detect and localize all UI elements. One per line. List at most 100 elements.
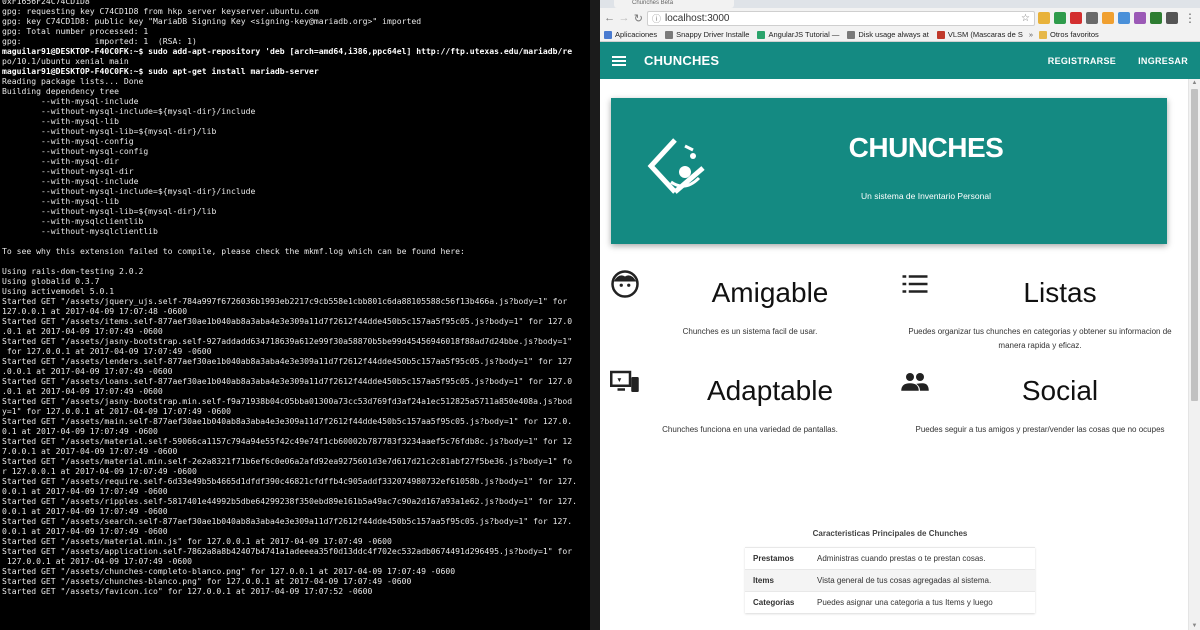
bookmark-label: VLSM (Mascaras de S <box>947 30 1023 39</box>
hero-card: CHUNCHES Un sistema de Inventario Person… <box>611 98 1167 244</box>
terminal-line: Building dependency tree <box>2 86 119 96</box>
terminal-line: for 127.0.0.1 at 2017-04-09 17:07:49 -06… <box>2 346 212 356</box>
terminal-line: Started GET "/assets/chunches-completo-b… <box>2 566 456 576</box>
feature-description: Chunches funciona en una variedad de pan… <box>662 425 838 434</box>
terminal-line: Started GET "/assets/search.self-877aef3… <box>2 516 573 526</box>
terminal-line: gpg: requesting key C74CD1D8 from hkp se… <box>2 6 319 16</box>
terminal-line: maguilar91@DESKTOP-F40C0FK:~$ sudo apt-g… <box>2 66 319 76</box>
extension-icon[interactable] <box>1053 12 1066 24</box>
bookmark-label: Disk usage always at <box>858 30 929 39</box>
extension-icon[interactable] <box>1117 12 1130 24</box>
bookmarks-more-button[interactable]: » <box>1029 30 1033 39</box>
terminal-line: --without-mysqlclientlib <box>2 226 158 236</box>
address-url[interactable]: localhost:3000 <box>665 13 1017 24</box>
app-brand[interactable]: CHUNCHES <box>644 53 719 68</box>
feature-description: Chunches es un sistema facil de usar. <box>682 327 818 336</box>
terminal-window[interactable]: 0xF1656F24C74CD1D8 gpg: requesting key C7… <box>0 0 590 630</box>
extension-icon[interactable] <box>1037 12 1050 24</box>
other-bookmarks-folder[interactable]: Otros favoritos <box>1039 30 1099 39</box>
terminal-line: Started GET "/assets/material.min.self-2… <box>2 456 573 466</box>
terminal-line: 0.0.1 at 2017-04-09 17:07:49 -0600 <box>2 526 168 536</box>
reload-icon[interactable]: ↻ <box>633 11 644 25</box>
table-cell-value: Vista general de tus cosas agregadas al … <box>809 569 1035 592</box>
tab-strip: Chunches Beta <box>600 0 1200 8</box>
terminal-line: Reading package lists... Done <box>2 76 144 86</box>
terminal-line: 0.0.1 at 2017-04-09 17:07:49 -0600 <box>2 486 168 496</box>
terminal-line: Started GET "/assets/favicon.ico" for 12… <box>2 586 373 596</box>
face-icon <box>611 270 639 298</box>
terminal-line: Started GET "/assets/items.self-877aef30… <box>2 316 573 326</box>
chunches-logo-icon <box>647 138 705 194</box>
scroll-up-icon[interactable]: ▲ <box>1189 80 1200 86</box>
extension-icon[interactable] <box>1085 12 1098 24</box>
terminal-line: Started GET "/assets/jasny-bootstrap.min… <box>2 396 573 406</box>
register-link[interactable]: REGISTRARSE <box>1048 56 1116 66</box>
bookmark-star-icon[interactable]: ☆ <box>1021 13 1030 24</box>
terminal-line: Started GET "/assets/require.self-6d33e4… <box>2 476 577 486</box>
features-table: Prestamos Administras cuando prestas o te… <box>745 547 1035 613</box>
extension-icon[interactable] <box>1069 12 1082 24</box>
people-icon <box>901 373 929 391</box>
bookmark-item[interactable]: Aplicaciones <box>604 30 657 39</box>
page-content[interactable]: CHUNCHES Un sistema de Inventario Person… <box>600 79 1200 630</box>
bookmark-item[interactable]: Disk usage always at <box>847 30 929 39</box>
browser-menu-icon[interactable]: ⋮ <box>1184 11 1196 25</box>
bookmark-label: AngularJS Tutorial — <box>768 30 840 39</box>
bookmark-item[interactable]: AngularJS Tutorial — <box>757 30 839 39</box>
terminal-line: 127.0.0.1 at 2017-04-09 17:07:48 -0600 <box>2 306 188 316</box>
login-link[interactable]: INGRESAR <box>1138 56 1188 66</box>
terminal-line: Started GET "/assets/chunches-blanco.png… <box>2 576 412 586</box>
bookmark-item[interactable]: Snappy Driver Installe <box>665 30 749 39</box>
extension-icons: ⋮ <box>1037 11 1196 25</box>
app-navbar: CHUNCHES REGISTRARSE INGRESAR <box>600 42 1200 79</box>
terminal-line: .0.1 at 2017-04-09 17:07:49 -0600 <box>2 386 163 396</box>
terminal-line: --with-mysql-lib <box>2 116 119 126</box>
terminal-line: --with-mysqlclientlib <box>2 216 144 226</box>
scrollbar-thumb[interactable] <box>1191 89 1198 401</box>
scroll-down-icon[interactable]: ▼ <box>1189 623 1200 629</box>
terminal-line: y=1" for 127.0.0.1 at 2017-04-09 17:07:4… <box>2 406 232 416</box>
extension-icon[interactable] <box>1165 12 1178 24</box>
terminal-line: --with-mysql-include <box>2 96 139 106</box>
terminal-line: r 127.0.0.1 at 2017-04-09 17:07:49 -0600 <box>2 466 197 476</box>
table-cell-value: Puedes asignar una categoria a tus Items… <box>809 591 1035 613</box>
feature-title: Social <box>1021 375 1099 406</box>
bookmark-label: Snappy Driver Installe <box>676 30 750 39</box>
terminal-line: --with-mysql-include <box>2 176 139 186</box>
table-cell-key: Prestamos <box>745 547 809 570</box>
bookmark-favicon-icon <box>604 30 612 39</box>
terminal-line: Started GET "/assets/ripples.self-581740… <box>2 496 577 506</box>
bookmarks-bar: Aplicaciones Snappy Driver Installe Angula… <box>600 28 1200 42</box>
terminal-line: Started GET "/assets/application.self-78… <box>2 546 573 556</box>
menu-icon[interactable] <box>612 55 626 66</box>
feature-title: Listas <box>1023 277 1097 308</box>
feature-description: Puedes organizar tus chunches en categor… <box>908 327 1172 350</box>
bookmark-favicon-icon <box>936 30 945 39</box>
bookmark-favicon-icon <box>757 30 766 39</box>
forward-icon[interactable]: → <box>618 11 629 25</box>
terminal-line: gpg: imported: 1 (RSA: 1) <box>2 36 197 46</box>
info-icon[interactable]: ⓘ <box>652 12 661 25</box>
terminal-line: maguilar91@DESKTOP-F40C0FK:~$ sudo add-a… <box>2 46 573 56</box>
terminal-line: Using globalid 0.3.7 <box>2 276 100 286</box>
back-icon[interactable]: ← <box>604 11 615 25</box>
terminal-line: 0.0.1 at 2017-04-09 17:07:49 -0600 <box>2 506 168 516</box>
terminal-line: 7.0.0.1 at 2017-04-09 17:07:49 -0600 <box>2 446 178 456</box>
extension-icon[interactable] <box>1133 12 1146 24</box>
extension-icon[interactable] <box>1149 12 1162 24</box>
terminal-line: gpg: key C74CD1D8: public key "MariaDB S… <box>2 16 422 26</box>
address-bar[interactable]: ⓘ localhost:3000 ☆ <box>646 10 1035 26</box>
terminal-line: --without-mysql-include=${mysql-dir}/inc… <box>2 186 256 196</box>
terminal-line: To see why this extension failed to comp… <box>2 246 465 256</box>
terminal-line: gpg: Total number processed: 1 <box>2 26 149 36</box>
browser-tab[interactable]: Chunches Beta <box>614 0 734 8</box>
page-scrollbar[interactable]: ▲ ▼ <box>1188 79 1200 630</box>
folder-icon <box>1039 30 1048 39</box>
terminal-output: 0xF1656F24C74CD1D8 gpg: requesting key C7… <box>0 0 590 596</box>
bookmark-item[interactable]: VLSM (Mascaras de S <box>936 30 1023 39</box>
terminal-line: Started GET "/assets/main.self-877aef30a… <box>2 416 573 426</box>
extension-icon[interactable] <box>1101 12 1114 24</box>
bookmark-label: Aplicaciones <box>615 30 658 39</box>
